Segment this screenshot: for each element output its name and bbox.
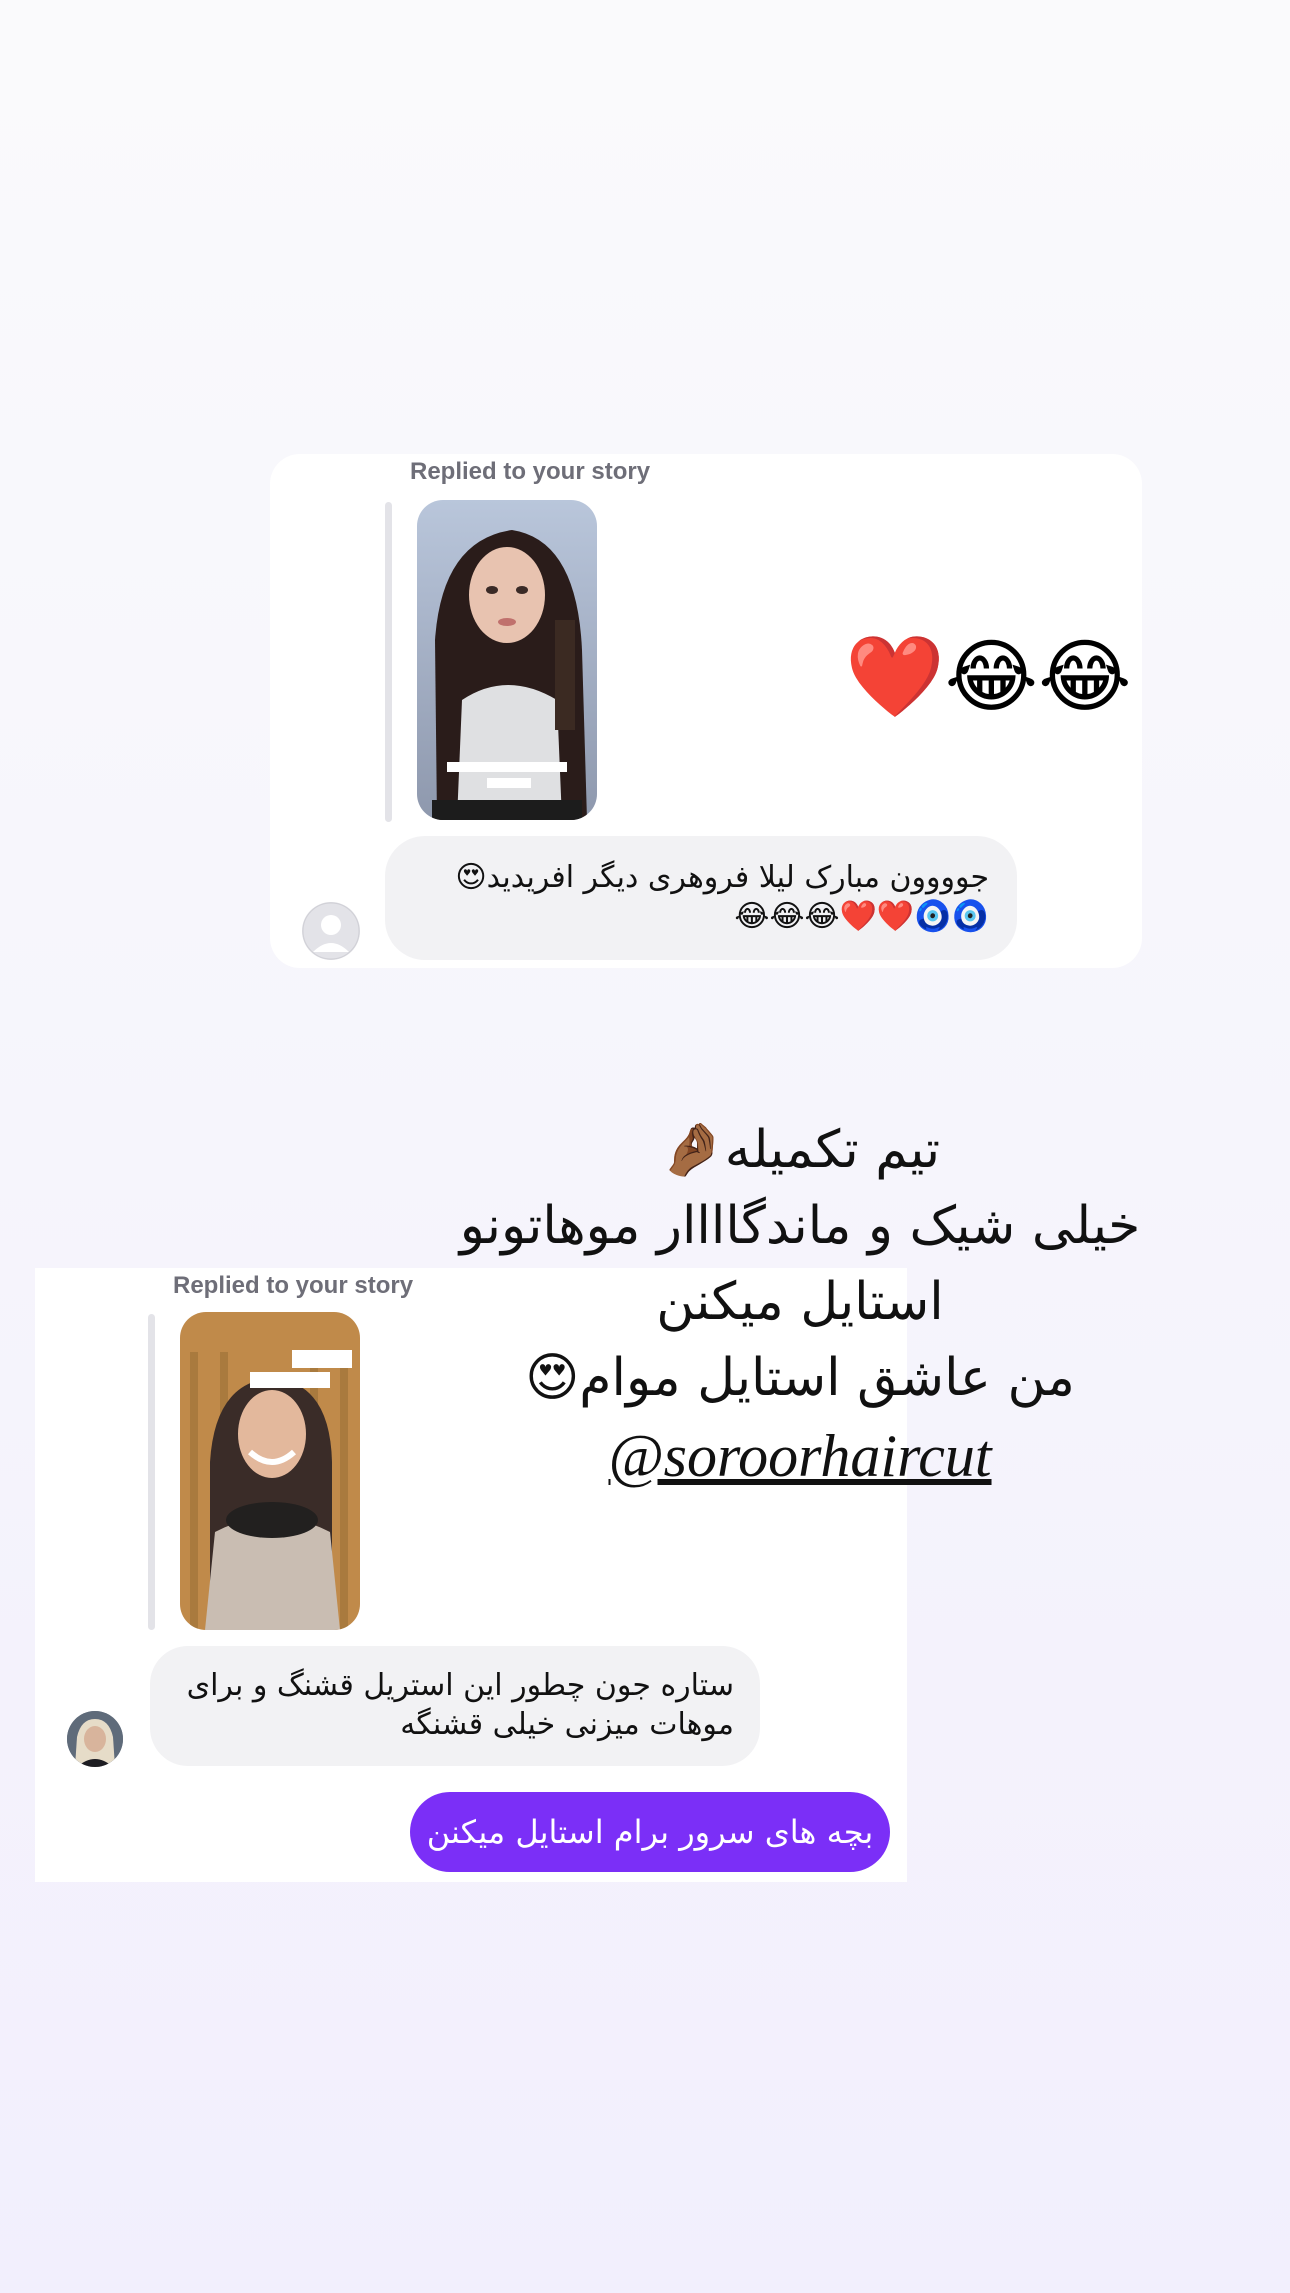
profile-photo — [67, 1711, 123, 1767]
sender-avatar[interactable] — [67, 1711, 123, 1767]
received-message-bubble[interactable]: جوووون مبارک لیلا فروهری دیگر افریدید😍 🧿… — [385, 836, 1017, 960]
overlay-line: خیلی شیک و ماندگاااار موهاتونو — [459, 1196, 1141, 1256]
overlay-line: تیم تکمیله🤌🏾 — [659, 1120, 941, 1180]
overlay-line: من عاشق استایل موام😍 — [525, 1348, 1075, 1408]
person-icon — [302, 902, 360, 960]
story-overlay-text: تیم تکمیله🤌🏾 خیلی شیک و ماندگاااار موهات… — [400, 1112, 1200, 1496]
replied-to-story-label: Replied to your story — [410, 458, 651, 485]
mention-link[interactable]: @soroorhaircut — [400, 1416, 1200, 1496]
reply-indicator-line — [148, 1314, 155, 1630]
story-thumbnail[interactable] — [180, 1312, 360, 1630]
message-line: موهات میزنی خیلی قشنگه — [400, 1707, 734, 1742]
sent-message-bubble[interactable]: بچه های سرور برام استایل میکنن — [410, 1792, 890, 1872]
story-thumbnail[interactable] — [417, 500, 597, 820]
message-line: 🧿🧿❤️❤️😂😂😂 — [734, 899, 989, 934]
story-image — [180, 1312, 360, 1630]
overlay-line: استایل میکنن — [656, 1272, 944, 1332]
message-line: ستاره جون چطور این استریل قشنگ و برای — [186, 1668, 734, 1703]
story-reply-card-1: Replied to your story ❤️😂😂 جوووون مبارک … — [270, 454, 1142, 968]
story-image — [417, 500, 597, 820]
user-avatar-placeholder[interactable] — [302, 902, 360, 960]
received-message-bubble[interactable]: ستاره جون چطور این استریل قشنگ و برای مو… — [150, 1646, 760, 1766]
reply-indicator-line — [385, 502, 392, 822]
replied-to-story-label: Replied to your story — [173, 1272, 414, 1299]
reaction-emojis: ❤️😂😂 — [845, 630, 1132, 723]
message-line: جوووون مبارک لیلا فروهری دیگر افریدید😍 — [455, 860, 989, 895]
